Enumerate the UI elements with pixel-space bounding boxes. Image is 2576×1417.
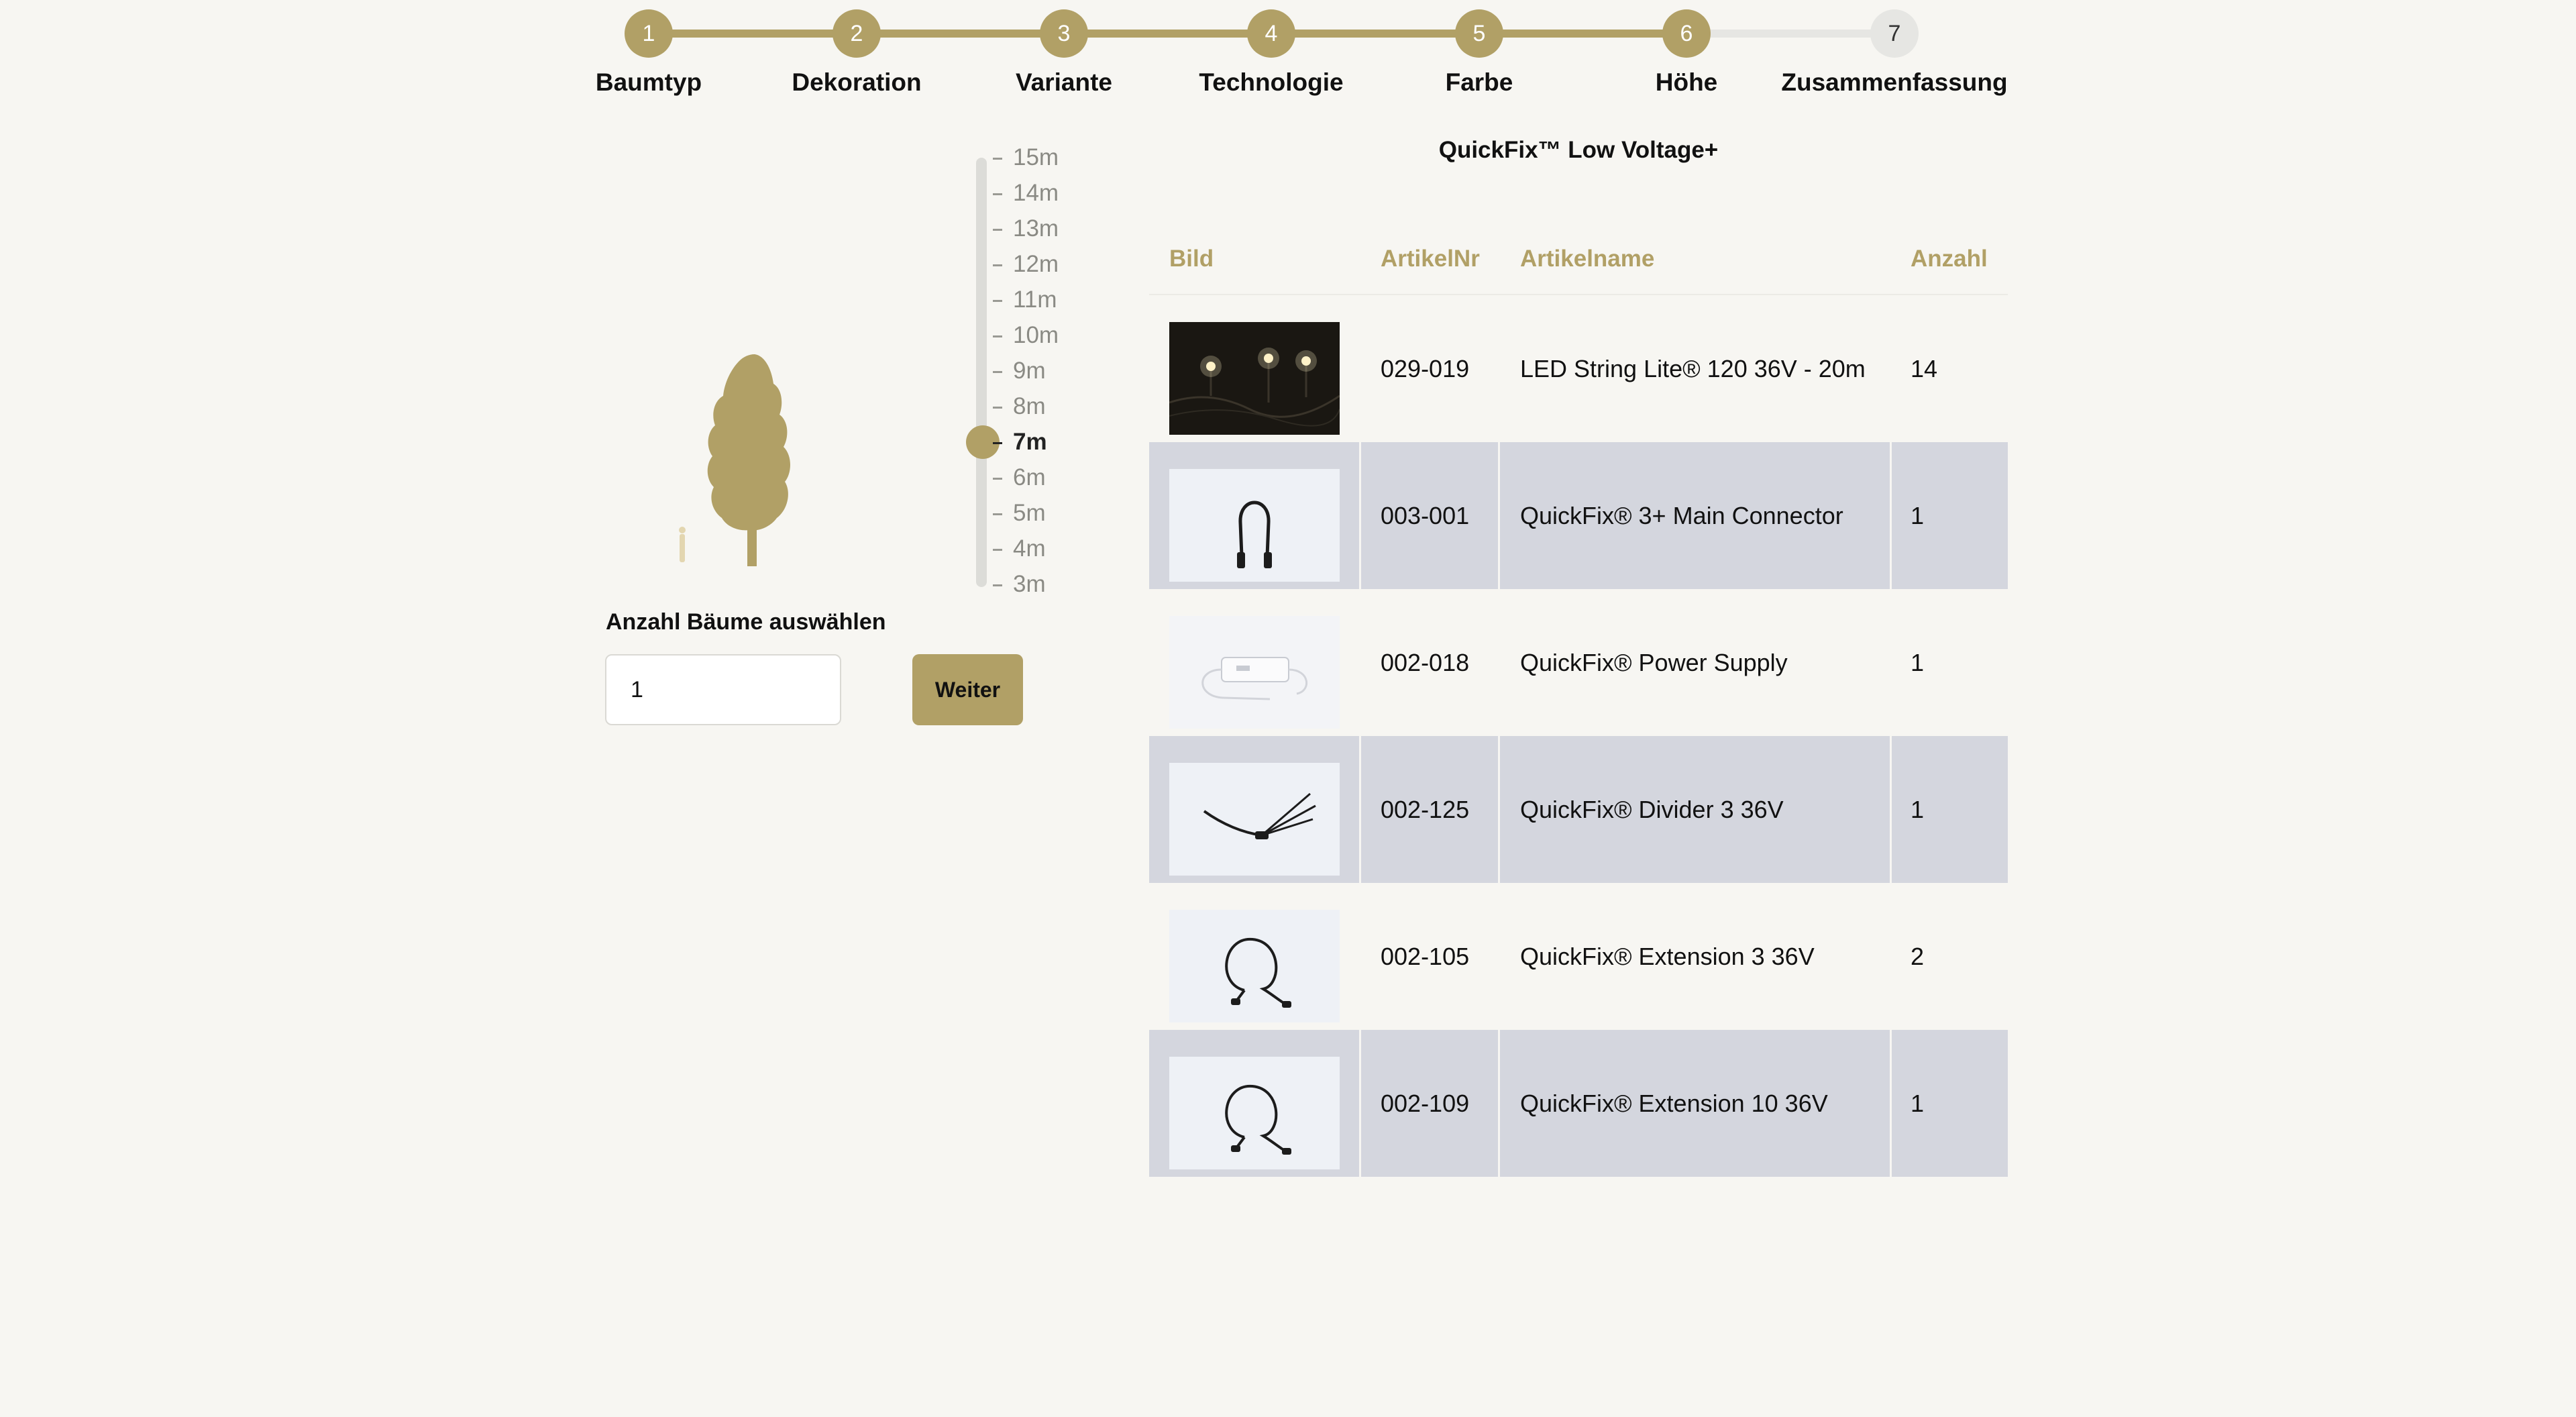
step-label: Dekoration: [792, 68, 922, 96]
extension-cable-image: [1169, 1057, 1340, 1169]
column-divider: [1359, 883, 1361, 1030]
article-name: LED String Lite® 120 36V - 20m: [1520, 355, 1866, 382]
column-divider: [1359, 1030, 1361, 1177]
column-divider: [1359, 736, 1361, 883]
article-name: QuickFix® Power Supply: [1520, 649, 1788, 676]
product-title: QuickFix™ Low Voltage+: [1438, 137, 1719, 163]
height-option[interactable]: 13m: [993, 211, 1127, 246]
article-quantity: 2: [1911, 943, 1925, 970]
step-variante[interactable]: 3 Variante: [950, 0, 1178, 97]
step-number: 6: [1662, 9, 1711, 58]
column-divider: [1890, 442, 1892, 589]
height-option[interactable]: 4m: [993, 531, 1127, 566]
column-divider: [1498, 883, 1500, 1030]
step-number: 4: [1247, 9, 1295, 58]
main-connector-image: [1169, 469, 1340, 582]
article-number: 002-105: [1381, 943, 1470, 970]
step-number: 5: [1455, 9, 1503, 58]
step-number: 2: [833, 9, 881, 58]
article-quantity: 14: [1911, 355, 1938, 382]
tree-count-input[interactable]: [605, 654, 841, 725]
column-divider: [1890, 1030, 1892, 1177]
column-header-article-no: ArtikelNr: [1381, 246, 1480, 272]
step-number: 3: [1040, 9, 1088, 58]
article-number: 002-125: [1381, 796, 1470, 823]
extension-cable-image: [1169, 910, 1340, 1022]
article-quantity: 1: [1911, 649, 1925, 676]
column-divider: [1890, 295, 1892, 442]
product-table: Bild ArtikelNr Artikelname Anzahl 029-01…: [1149, 227, 2008, 1177]
step-baumtyp[interactable]: 1 Baumtyp: [535, 0, 763, 97]
step-label: Technologie: [1199, 68, 1344, 96]
height-option[interactable]: 14m: [993, 175, 1127, 211]
height-option[interactable]: 11m: [993, 282, 1127, 317]
power-supply-image: [1169, 616, 1340, 729]
table-row: 003-001 QuickFix® 3+ Main Connector 1: [1149, 442, 2008, 589]
step-label: Baumtyp: [595, 68, 702, 96]
step-hoehe[interactable]: 6 Höhe: [1572, 0, 1801, 97]
step-label: Variante: [1016, 68, 1112, 96]
tree-count-label: Anzahl Bäume auswählen: [606, 609, 886, 635]
step-label: Farbe: [1445, 68, 1513, 96]
step-dekoration[interactable]: 2 Dekoration: [743, 0, 971, 97]
table-row: 002-109 QuickFix® Extension 10 36V 1: [1149, 1030, 2008, 1177]
column-header-article-name: Artikelname: [1520, 246, 1655, 272]
height-scale: 15m 14m 13m 12m 11m 10m 9m 8m 7m 6m 5m 4…: [993, 140, 1127, 602]
step-label: Zusammenfassung: [1781, 68, 2008, 96]
article-name: QuickFix® 3+ Main Connector: [1520, 502, 1843, 529]
article-number: 002-018: [1381, 649, 1470, 676]
step-farbe[interactable]: 5 Farbe: [1365, 0, 1593, 97]
height-option-selected[interactable]: 7m: [993, 424, 1127, 460]
weiter-button[interactable]: Weiter: [912, 654, 1023, 725]
column-divider: [1890, 589, 1892, 736]
table-row: 002-105 QuickFix® Extension 3 36V 2: [1149, 883, 2008, 1030]
led-string-lights-image: [1169, 322, 1340, 435]
height-option[interactable]: 10m: [993, 317, 1127, 353]
column-header-quantity: Anzahl: [1911, 246, 1988, 272]
column-divider: [1498, 736, 1500, 883]
step-label: Höhe: [1655, 68, 1718, 96]
height-option[interactable]: 9m: [993, 353, 1127, 388]
article-quantity: 1: [1911, 502, 1925, 529]
table-header: Bild ArtikelNr Artikelname Anzahl: [1149, 227, 2008, 295]
height-option[interactable]: 12m: [993, 246, 1127, 282]
height-option[interactable]: 6m: [993, 460, 1127, 495]
article-number: 029-019: [1381, 355, 1470, 382]
step-number: 1: [625, 9, 673, 58]
progress-stepper: 1 Baumtyp 2 Dekoration 3 Variante 4 Tech…: [0, 0, 2576, 114]
height-slider-track[interactable]: [976, 158, 987, 587]
step-number: 7: [1870, 9, 1919, 58]
table-row: 029-019 LED String Lite® 120 36V - 20m 1…: [1149, 295, 2008, 442]
table-row: 002-018 QuickFix® Power Supply 1: [1149, 589, 2008, 736]
column-divider: [1498, 1030, 1500, 1177]
article-quantity: 1: [1911, 1090, 1925, 1117]
column-divider: [1359, 442, 1361, 589]
column-divider: [1890, 736, 1892, 883]
article-name: QuickFix® Extension 3 36V: [1520, 943, 1815, 970]
divider-cable-image: [1169, 763, 1340, 876]
height-option[interactable]: 15m: [993, 140, 1127, 175]
article-name: QuickFix® Divider 3 36V: [1520, 796, 1784, 823]
column-divider: [1498, 589, 1500, 736]
person-scale-icon: [679, 527, 686, 562]
column-divider: [1890, 883, 1892, 1030]
height-option[interactable]: 3m: [993, 566, 1127, 602]
column-divider: [1498, 442, 1500, 589]
article-number: 002-109: [1381, 1090, 1470, 1117]
height-option[interactable]: 5m: [993, 495, 1127, 531]
article-number: 003-001: [1381, 502, 1470, 529]
table-row: 002-125 QuickFix® Divider 3 36V 1: [1149, 736, 2008, 883]
tree-icon: [679, 354, 790, 566]
column-divider: [1498, 295, 1500, 442]
step-zusammenfassung[interactable]: 7 Zusammenfassung: [1780, 0, 2008, 97]
article-quantity: 1: [1911, 796, 1925, 823]
column-divider: [1359, 295, 1361, 442]
height-option[interactable]: 8m: [993, 388, 1127, 424]
column-header-image: Bild: [1169, 246, 1214, 272]
column-divider: [1359, 589, 1361, 736]
step-technologie[interactable]: 4 Technologie: [1157, 0, 1385, 97]
article-name: QuickFix® Extension 10 36V: [1520, 1090, 1828, 1117]
tree-illustration: [664, 342, 839, 570]
